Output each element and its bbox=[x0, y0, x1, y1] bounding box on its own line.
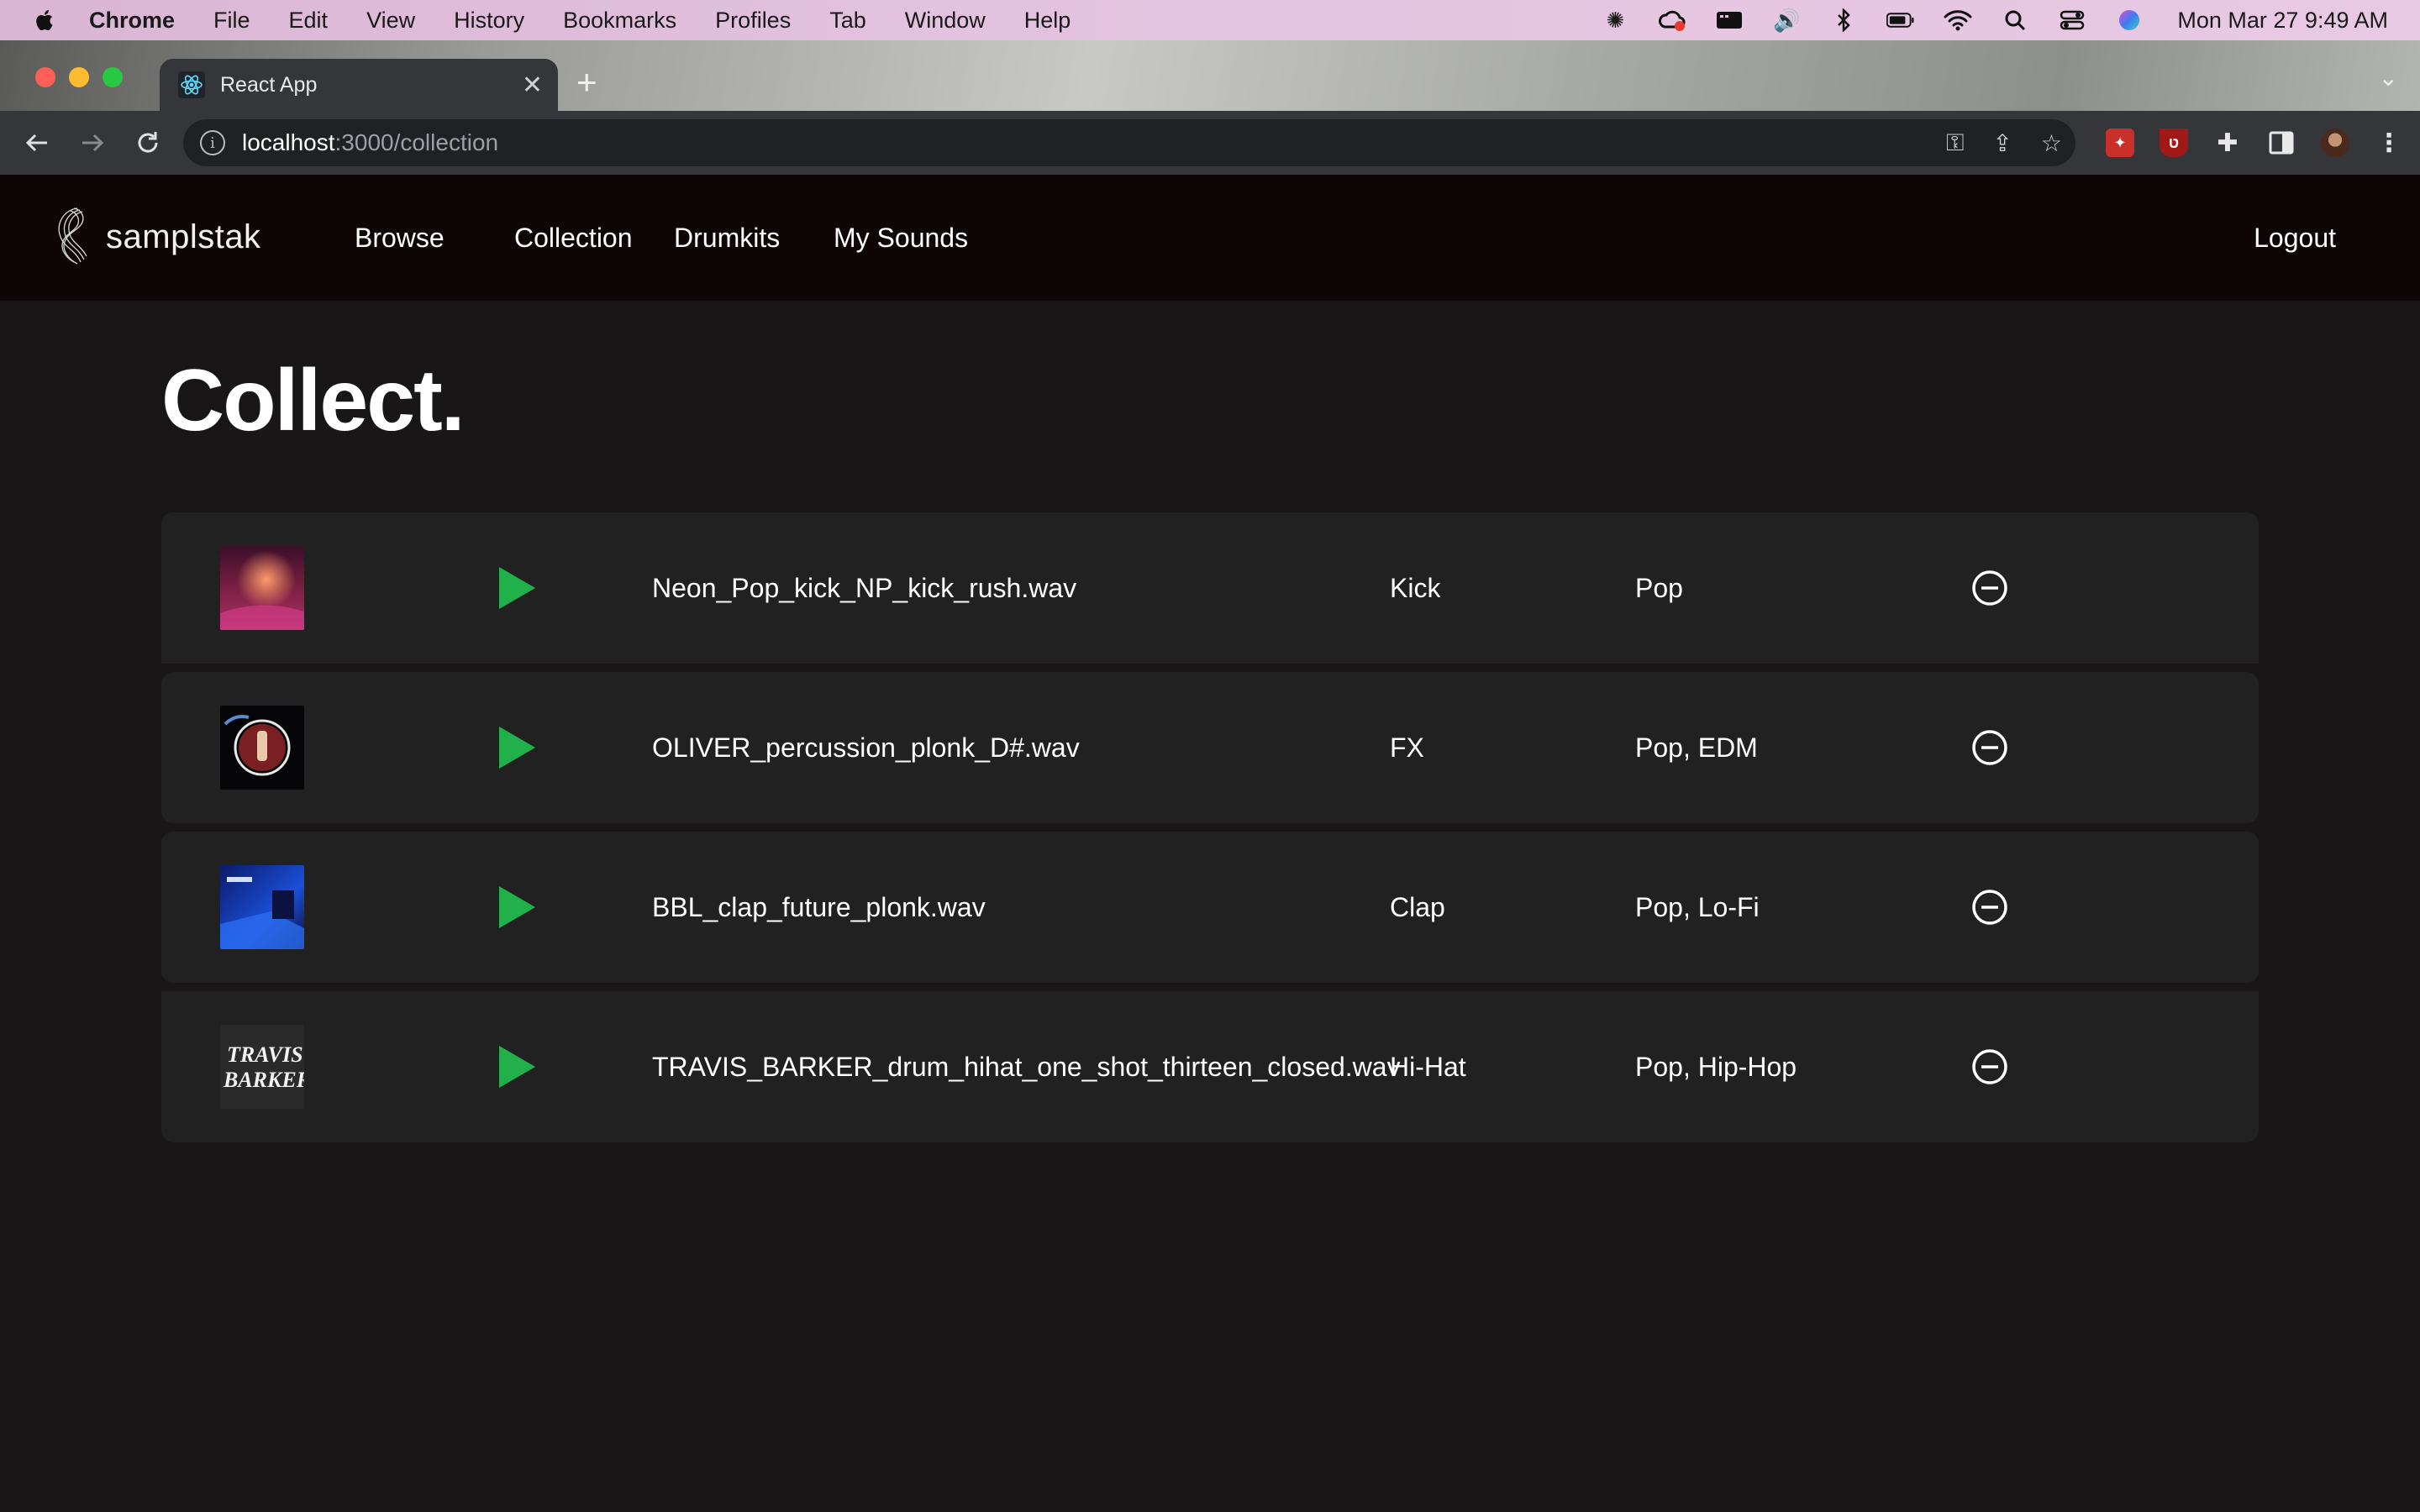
spotlight-search-icon[interactable] bbox=[2001, 8, 2029, 33]
sample-filename: Neon_Pop_kick_NP_kick_rush.wav bbox=[652, 572, 1077, 603]
remove-from-collection-icon[interactable] bbox=[1971, 1048, 2008, 1085]
play-icon[interactable] bbox=[496, 564, 538, 612]
menu-tab[interactable]: Tab bbox=[829, 8, 866, 34]
play-icon[interactable] bbox=[496, 884, 538, 931]
sample-type: FX bbox=[1390, 732, 1424, 763]
browser-tab-active[interactable]: React App ✕ bbox=[160, 59, 558, 111]
svg-text:TRAVIS: TRAVIS bbox=[227, 1042, 303, 1067]
extensions-puzzle-icon[interactable]: ✚ bbox=[2213, 129, 2242, 157]
remove-from-collection-icon[interactable] bbox=[1971, 889, 2008, 926]
sample-row: Neon_Pop_kick_NP_kick_rush.wav Kick Pop bbox=[161, 512, 2259, 664]
bbl-cover-art bbox=[220, 865, 304, 949]
sample-row: OLIVER_percussion_plonk_D#.wav FX Pop, E… bbox=[161, 672, 2259, 823]
sample-genres: Pop bbox=[1635, 572, 1683, 603]
address-bar-actions: ⚿ ⇪ ☆ bbox=[1918, 119, 2062, 166]
sample-type: Kick bbox=[1390, 572, 1441, 603]
screen-recorder-icon[interactable] bbox=[1715, 8, 1744, 33]
siri-icon[interactable] bbox=[2115, 8, 2144, 33]
volume-icon[interactable]: 🔊 bbox=[1772, 8, 1801, 33]
asterisk-app-icon[interactable]: ✺ bbox=[1601, 8, 1629, 33]
minimize-window-button[interactable] bbox=[69, 67, 89, 87]
sample-row: TRAVIS BARKER TRAVIS_BARKER_drum_hihat_o… bbox=[161, 991, 2259, 1142]
share-icon[interactable]: ⇪ bbox=[1992, 129, 2012, 157]
tab-title: React App bbox=[220, 72, 318, 97]
samplstak-logo-mark-icon bbox=[58, 207, 87, 265]
svg-text:BARKER: BARKER bbox=[223, 1068, 304, 1092]
menubar-clock[interactable]: Mon Mar 27 9:49 AM bbox=[2177, 8, 2388, 34]
forward-arrow-icon[interactable] bbox=[74, 124, 111, 161]
sample-type: Clap bbox=[1390, 891, 1445, 922]
menubar-status-area: ✺ 🔊 Mon Mar 27 9:49 AM bbox=[1572, 0, 2388, 40]
close-window-button[interactable] bbox=[35, 67, 55, 87]
page-title: Collect. bbox=[161, 352, 466, 449]
wifi-icon[interactable] bbox=[1944, 8, 1972, 33]
neon-pop-cover-art bbox=[220, 546, 304, 630]
red-extension-icon[interactable]: ✦ bbox=[2106, 129, 2134, 157]
window-controls bbox=[35, 67, 136, 87]
control-center-icon[interactable] bbox=[2058, 8, 2086, 33]
menu-bookmarks[interactable]: Bookmarks bbox=[563, 8, 676, 34]
react-favicon-icon bbox=[178, 71, 205, 98]
browser-toolbar: i localhost:3000/collection ⚿ ⇪ ☆ bbox=[0, 111, 2420, 175]
chrome-menu-kebab-icon[interactable]: ⋮ bbox=[2375, 129, 2403, 157]
play-icon[interactable] bbox=[496, 724, 538, 771]
remove-from-collection-icon[interactable] bbox=[1971, 729, 2008, 766]
sample-type: Hi-Hat bbox=[1390, 1051, 1466, 1082]
nav-drumkits[interactable]: Drumkits bbox=[674, 223, 780, 254]
password-key-icon[interactable]: ⚿ bbox=[1946, 129, 1964, 157]
travis-barker-cover-art: TRAVIS BARKER bbox=[220, 1025, 304, 1109]
reload-icon[interactable] bbox=[129, 124, 166, 161]
url-host: localhost bbox=[242, 129, 335, 155]
creative-cloud-icon[interactable] bbox=[1658, 8, 1686, 33]
tab-search-chevron-icon[interactable]: ⌄ bbox=[2379, 64, 2398, 92]
macos-menubar: Chrome File Edit View History Bookmarks … bbox=[0, 0, 2420, 40]
logout-button[interactable]: Logout bbox=[2254, 175, 2336, 301]
close-tab-icon[interactable]: ✕ bbox=[522, 71, 543, 100]
side-panel-icon[interactable] bbox=[2267, 129, 2296, 157]
site-info-icon[interactable]: i bbox=[200, 130, 225, 155]
browser-tabstrip: React App ✕ + ⌄ bbox=[0, 40, 2420, 111]
menu-profiles[interactable]: Profiles bbox=[715, 8, 791, 34]
zoom-window-button[interactable] bbox=[103, 67, 123, 87]
sample-filename: OLIVER_percussion_plonk_D#.wav bbox=[652, 732, 1080, 763]
remove-from-collection-icon[interactable] bbox=[1971, 570, 2008, 606]
ublock-shield-icon[interactable]: ט bbox=[2160, 129, 2188, 157]
menu-edit[interactable]: Edit bbox=[289, 8, 329, 34]
url-path: :3000/collection bbox=[334, 129, 499, 155]
oliver-cover-art bbox=[220, 706, 304, 790]
battery-icon[interactable] bbox=[1886, 8, 1915, 33]
profile-avatar[interactable] bbox=[2321, 129, 2349, 157]
menu-window[interactable]: Window bbox=[905, 8, 986, 34]
bluetooth-icon[interactable] bbox=[1829, 8, 1858, 33]
sample-row: BBL_clap_future_plonk.wav Clap Pop, Lo-F… bbox=[161, 832, 2259, 983]
extensions-area: ✦ ט ✚ ⋮ bbox=[2081, 111, 2403, 175]
menu-help[interactable]: Help bbox=[1024, 8, 1071, 34]
app-header: samplstak Browse Collection Drumkits My … bbox=[0, 175, 2420, 301]
sample-genres: Pop, Lo-Fi bbox=[1635, 891, 1760, 922]
new-tab-icon[interactable]: + bbox=[576, 62, 597, 102]
sample-genres: Pop, EDM bbox=[1635, 732, 1758, 763]
menu-view[interactable]: View bbox=[366, 8, 415, 34]
nav-my-sounds[interactable]: My Sounds bbox=[834, 223, 968, 254]
play-icon[interactable] bbox=[496, 1043, 538, 1090]
address-bar[interactable]: i localhost:3000/collection ⚿ ⇪ ☆ bbox=[183, 119, 2075, 166]
sample-genres: Pop, Hip-Hop bbox=[1635, 1051, 1797, 1082]
sample-filename: TRAVIS_BARKER_drum_hihat_one_shot_thirte… bbox=[652, 1051, 1401, 1082]
back-arrow-icon[interactable] bbox=[18, 124, 55, 161]
menu-app-name[interactable]: Chrome bbox=[89, 8, 175, 34]
bookmark-star-icon[interactable]: ☆ bbox=[2041, 129, 2062, 157]
nav-browse[interactable]: Browse bbox=[355, 223, 445, 254]
menu-file[interactable]: File bbox=[213, 8, 250, 34]
menu-history[interactable]: History bbox=[454, 8, 524, 34]
nav-collection[interactable]: Collection bbox=[514, 223, 633, 254]
logo-text: samplstak bbox=[106, 218, 261, 255]
sample-filename: BBL_clap_future_plonk.wav bbox=[652, 891, 986, 922]
samplstak-logo[interactable]: samplstak bbox=[52, 203, 261, 270]
collection-list: Neon_Pop_kick_NP_kick_rush.wav Kick Pop … bbox=[161, 512, 2259, 1151]
apple-logo-icon[interactable] bbox=[34, 8, 54, 32]
